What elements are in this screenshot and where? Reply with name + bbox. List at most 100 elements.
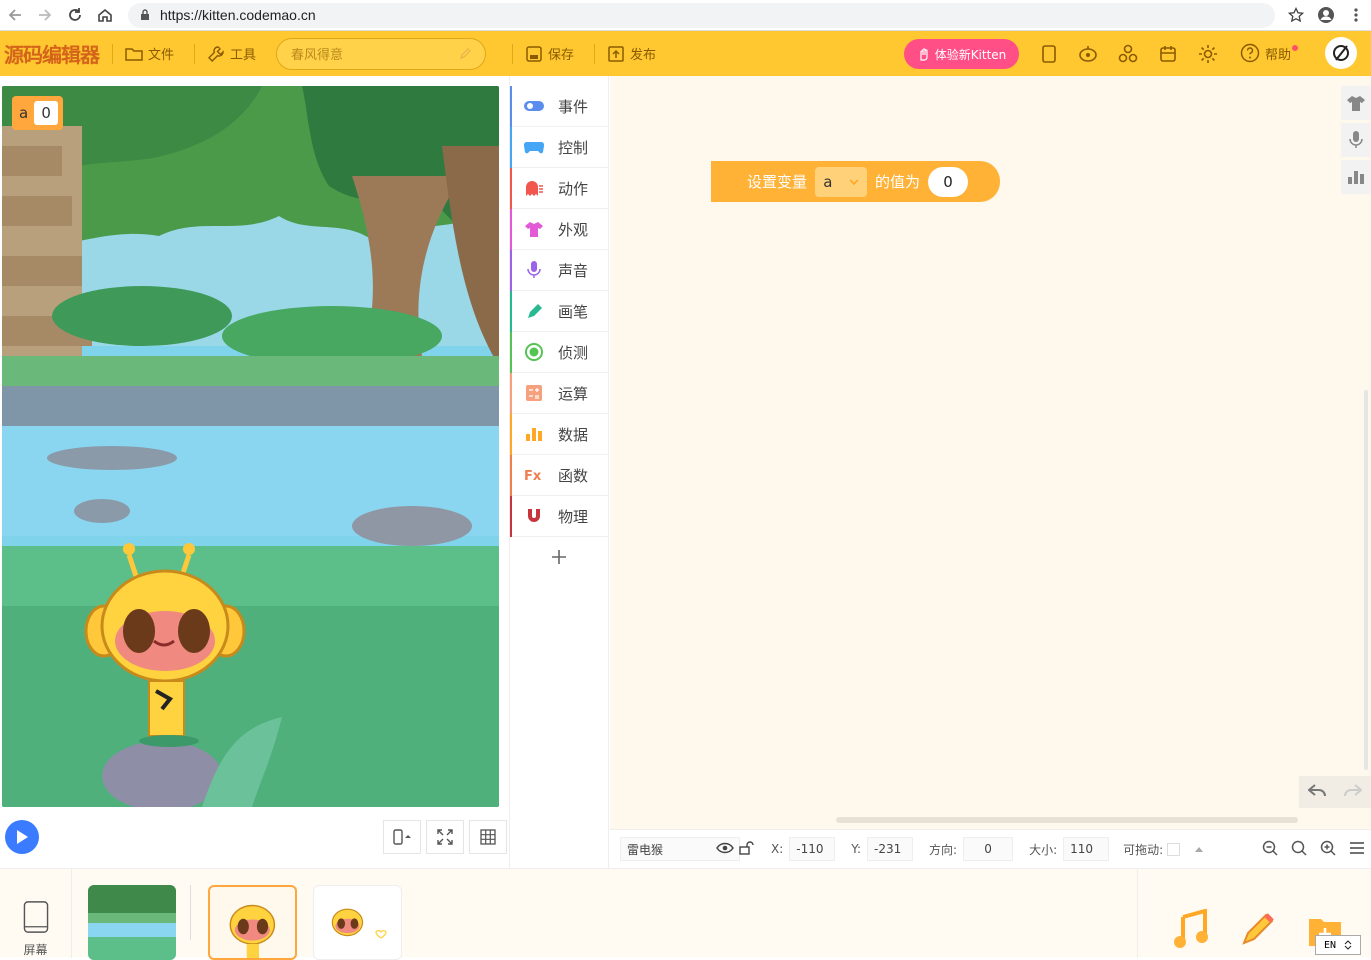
url-text: https://kitten.codemao.cn	[160, 7, 316, 23]
fullscreen-icon	[437, 829, 453, 845]
costume-tab-icon[interactable]	[1341, 86, 1371, 120]
zoom-reset-icon[interactable]	[1291, 840, 1307, 859]
shirt-icon	[524, 221, 544, 237]
tools-menu-button[interactable]: 工具	[207, 44, 256, 63]
input-method-indicator[interactable]: EN	[1315, 935, 1361, 955]
category-pen[interactable]: 画笔	[510, 291, 608, 332]
horizontal-scrollbar[interactable]	[836, 817, 1298, 823]
stage-tools	[383, 820, 512, 854]
stage-canvas[interactable]: a 0	[2, 86, 499, 807]
category-data[interactable]: 数据	[510, 414, 608, 455]
add-extension-button[interactable]	[510, 537, 608, 577]
play-icon	[17, 830, 28, 844]
value-input[interactable]: 0	[928, 166, 969, 197]
unlock-icon[interactable]	[739, 840, 755, 858]
music-icon[interactable]	[1173, 908, 1209, 953]
profile-icon[interactable]	[1311, 0, 1341, 30]
data-tab-icon[interactable]	[1341, 160, 1371, 194]
home-icon[interactable]	[90, 0, 120, 30]
redo-icon[interactable]	[1344, 782, 1363, 803]
phone-icon	[393, 829, 411, 845]
zoom-out-icon[interactable]	[1262, 840, 1278, 859]
plus-icon	[552, 550, 566, 564]
paint-pencil-icon[interactable]	[1238, 909, 1274, 953]
chevron-updown-icon	[1344, 940, 1352, 950]
undo-icon[interactable]	[1307, 782, 1326, 803]
draggable-label: 可拖动:	[1123, 842, 1164, 857]
category-physics[interactable]: 物理	[510, 496, 608, 537]
variable-monitor: a 0	[12, 96, 64, 130]
eye-icon[interactable]	[716, 842, 734, 857]
zoom-in-icon[interactable]	[1320, 840, 1336, 859]
bookmark-star-icon[interactable]	[1281, 0, 1311, 30]
save-label: 保存	[548, 48, 575, 63]
size-label: 大小:	[1029, 842, 1058, 857]
variable-dropdown[interactable]: a	[815, 166, 868, 197]
sprite-properties-bar: 雷电猴 X: -110 Y: -231 方向: 0 大小: 110 可拖动:	[610, 829, 1371, 868]
run-button[interactable]	[5, 820, 39, 854]
forward-icon[interactable]	[30, 0, 60, 30]
back-icon[interactable]	[0, 0, 30, 30]
molecule-icon[interactable]	[1117, 43, 1139, 65]
y-input[interactable]: -231	[867, 837, 914, 861]
help-button[interactable]: 帮助	[1240, 43, 1299, 63]
device-mode-button[interactable]	[383, 820, 421, 854]
screen-icon	[23, 901, 48, 933]
direction-input[interactable]: 0	[963, 837, 1014, 861]
category-sound[interactable]: 声音	[510, 250, 608, 291]
hand-icon	[920, 48, 928, 61]
user-avatar[interactable]	[1325, 37, 1357, 69]
grid-button[interactable]	[469, 820, 507, 854]
background-thumbnail[interactable]	[88, 885, 176, 960]
file-menu-button[interactable]: 文件	[125, 44, 174, 63]
gamepad-icon	[524, 139, 544, 155]
undo-redo-controls	[1299, 776, 1371, 808]
chevron-down-icon	[849, 178, 859, 185]
divider	[594, 43, 596, 64]
block-middle-text: 的值为	[875, 173, 921, 191]
category-motion[interactable]: 动作	[510, 168, 608, 209]
robot-icon[interactable]	[1077, 43, 1099, 65]
tablet-icon[interactable]	[1038, 43, 1060, 65]
app-toolbar: 源码编辑器 文件 工具 春风得意 保存 发布 体验新Kitten 帮助	[0, 31, 1371, 76]
vertical-scrollbar[interactable]	[1364, 390, 1368, 770]
screen-tab[interactable]: 屏幕	[0, 869, 72, 958]
draggable-checkbox[interactable]	[1167, 842, 1181, 856]
menu-icon[interactable]	[1341, 0, 1371, 30]
calendar-icon[interactable]	[1157, 43, 1179, 65]
category-operators[interactable]: 运算	[510, 373, 608, 414]
asset-side-tabs	[1341, 86, 1371, 197]
svg-text:Fx: Fx	[524, 469, 542, 482]
category-control[interactable]: 控制	[510, 127, 608, 168]
collapse-caret-icon[interactable]	[1194, 842, 1204, 856]
category-looks[interactable]: 外观	[510, 209, 608, 250]
sound-tab-icon[interactable]	[1341, 123, 1371, 157]
variable-monitor-name: a	[19, 104, 29, 122]
fullscreen-button[interactable]	[426, 820, 464, 854]
project-title-text: 春风得意	[291, 48, 344, 63]
bar-chart-icon	[524, 426, 544, 442]
code-workspace[interactable]: 设置变量 a 的值为 0	[610, 76, 1371, 829]
question-icon	[1240, 43, 1260, 63]
divider	[190, 885, 191, 940]
category-sensing[interactable]: 侦测	[510, 332, 608, 373]
try-new-kitten-button[interactable]: 体验新Kitten	[904, 39, 1019, 69]
set-variable-block[interactable]: 设置变量 a 的值为 0	[711, 161, 1000, 202]
size-input[interactable]: 110	[1063, 837, 1110, 861]
pen-icon	[524, 303, 544, 319]
category-functions[interactable]: Fx 函数	[510, 455, 608, 496]
hamburger-menu-icon[interactable]	[1350, 841, 1365, 857]
reload-icon[interactable]	[60, 0, 90, 30]
address-bar[interactable]: https://kitten.codemao.cn	[128, 2, 1275, 28]
publish-button[interactable]: 发布	[607, 44, 656, 63]
sprite-thumbnail-monkey-selected[interactable]	[208, 885, 297, 960]
grid-icon	[480, 829, 496, 845]
variable-dropdown-value: a	[823, 172, 833, 191]
project-title-input[interactable]: 春风得意	[276, 37, 487, 70]
sprite-thumbnail-monkey-small[interactable]	[313, 885, 402, 960]
save-button[interactable]: 保存	[525, 44, 574, 63]
divider	[194, 43, 196, 64]
category-events[interactable]: 事件	[510, 86, 608, 127]
x-input[interactable]: -110	[789, 837, 836, 861]
settings-gear-icon[interactable]	[1197, 43, 1219, 65]
